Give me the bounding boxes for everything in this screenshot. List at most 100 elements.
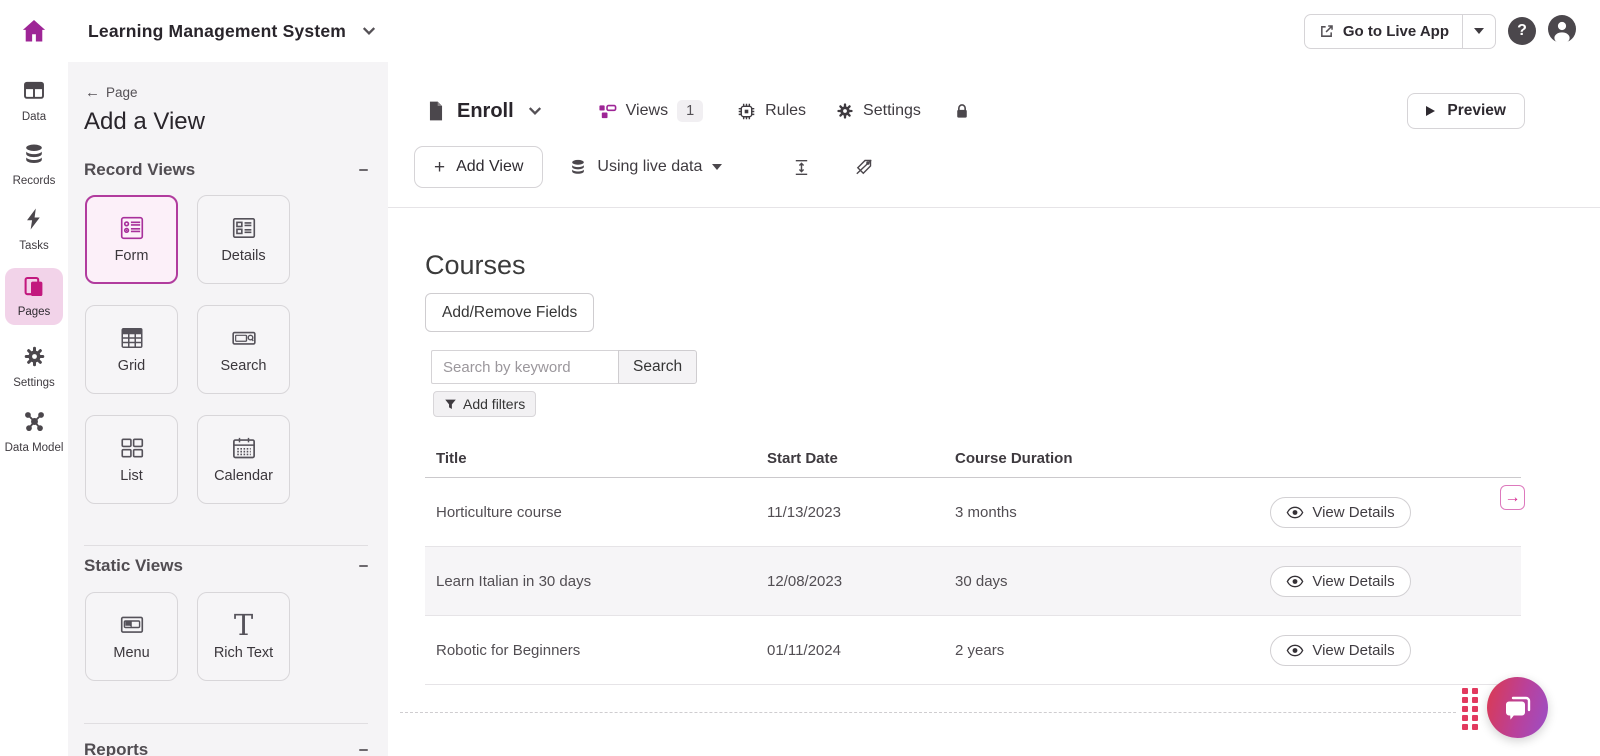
lightning-bolt-icon (22, 207, 46, 236)
search-button[interactable]: Search (618, 350, 697, 384)
eye-icon (1286, 575, 1304, 588)
toolbar-divider (388, 207, 1600, 208)
view-type-menu[interactable]: Menu (85, 592, 178, 681)
page-chevron-down-icon[interactable] (528, 106, 542, 116)
funnel-icon (444, 398, 457, 411)
record-views-section-title: Record Views (84, 160, 195, 180)
add-view-panel: ← Page Add a View Record Views Form Deta… (68, 62, 388, 756)
page-file-icon (425, 100, 447, 122)
table-row: Robotic for Beginners 01/11/2024 2 years… (425, 616, 1521, 685)
view-toolbar: + Add View Using live data (414, 146, 874, 188)
keyword-search: Search (431, 350, 697, 384)
go-to-live-app-button: Go to Live App (1304, 14, 1496, 49)
section-drop-divider (400, 712, 1456, 713)
caret-down-icon (712, 164, 722, 170)
avatar[interactable] (1548, 15, 1576, 48)
sidebar-item-data-model[interactable]: Data Model (0, 410, 68, 455)
tab-settings[interactable]: Settings (836, 102, 921, 120)
views-blocks-icon (598, 102, 617, 121)
row-height-icon[interactable] (792, 158, 811, 177)
view-details-button[interactable]: View Details (1270, 497, 1410, 528)
play-icon (1426, 106, 1435, 116)
add-view-button[interactable]: + Add View (414, 146, 543, 188)
pages-icon (22, 275, 46, 304)
plus-icon: + (434, 158, 445, 177)
go-to-live-app-main[interactable]: Go to Live App (1305, 15, 1462, 48)
help-icon[interactable]: ? (1508, 17, 1536, 45)
search-view-icon (226, 325, 262, 351)
collapse-static-views-icon[interactable] (359, 565, 368, 567)
chat-widget-button[interactable] (1487, 677, 1548, 738)
hide-labels-tag-slash-icon[interactable] (854, 157, 874, 177)
reports-section-title: Reports (84, 740, 148, 756)
column-header-start-date[interactable]: Start Date (767, 450, 955, 467)
view-type-search[interactable]: Search (197, 305, 290, 394)
open-row-arrow-icon[interactable]: → (1500, 485, 1525, 510)
back-to-page-link[interactable]: ← Page (85, 84, 138, 101)
view-details-button[interactable]: View Details (1270, 635, 1410, 666)
courses-table: Title Start Date Course Duration Horticu… (425, 440, 1521, 685)
table-row: Horticulture course 11/13/2023 3 months … (425, 478, 1521, 547)
view-type-details[interactable]: Details (197, 195, 290, 284)
page-name: Enroll (457, 100, 514, 123)
table-row: Learn Italian in 30 days 12/08/2023 30 d… (425, 547, 1521, 616)
tab-views[interactable]: Views 1 (598, 100, 703, 122)
view-type-list[interactable]: List (85, 415, 178, 504)
menu-view-icon (115, 612, 149, 638)
table-header-row: Title Start Date Course Duration (425, 440, 1521, 478)
data-source-dropdown[interactable]: Using live data (569, 158, 722, 176)
main-content: Enroll Views 1 Rules Settings (388, 62, 1600, 756)
search-input[interactable] (431, 350, 618, 384)
go-to-live-app-dropdown[interactable] (1462, 15, 1495, 48)
views-count-badge: 1 (677, 100, 703, 122)
app-switcher-chevron-down-icon[interactable] (362, 26, 376, 36)
view-title: Courses (425, 250, 526, 281)
rich-text-icon: T (234, 612, 253, 638)
external-link-icon (1318, 23, 1335, 40)
panel-title: Add a View (84, 108, 205, 136)
calendar-view-icon (229, 435, 259, 461)
view-type-calendar[interactable]: Calendar (197, 415, 290, 504)
view-type-rich-text[interactable]: T Rich Text (197, 592, 290, 681)
top-bar: Learning Management System Go to Live Ap… (0, 0, 1600, 62)
gear-icon (23, 345, 46, 373)
add-remove-fields-button[interactable]: Add/Remove Fields (425, 293, 594, 332)
preview-button[interactable]: Preview (1407, 93, 1525, 129)
database-icon (569, 158, 587, 176)
column-header-title[interactable]: Title (425, 450, 767, 467)
page-header: Enroll Views 1 Rules Settings (425, 85, 971, 137)
chat-bubbles-icon (1502, 692, 1534, 724)
grid-view-icon (116, 325, 148, 351)
eye-icon (1286, 644, 1304, 657)
tab-rules[interactable]: Rules (737, 102, 806, 121)
sidebar-item-data[interactable]: Data (0, 78, 68, 124)
data-model-network-icon (23, 410, 46, 438)
lock-icon[interactable] (953, 102, 971, 120)
form-view-icon (115, 215, 149, 241)
details-view-icon (227, 215, 261, 241)
home-icon[interactable] (20, 17, 48, 45)
sidebar-item-pages[interactable]: Pages (5, 268, 63, 325)
eye-icon (1286, 506, 1304, 519)
back-arrow-icon: ← (85, 84, 100, 101)
sidebar-item-tasks[interactable]: Tasks (0, 207, 68, 253)
data-table-icon (22, 78, 46, 107)
app-title: Learning Management System (88, 21, 346, 42)
view-type-form[interactable]: Form (85, 195, 178, 284)
view-type-grid[interactable]: Grid (85, 305, 178, 394)
column-header-course-duration[interactable]: Course Duration (955, 450, 1160, 467)
view-details-button[interactable]: View Details (1270, 566, 1410, 597)
drag-handle-icon[interactable] (1462, 688, 1478, 730)
sidebar-item-settings[interactable]: Settings (0, 345, 68, 390)
list-view-icon (115, 435, 149, 461)
add-filters-button[interactable]: Add filters (433, 391, 536, 417)
collapse-reports-icon[interactable] (359, 749, 368, 751)
nav-rail: Data Records Tasks Pages Settings Data M… (0, 62, 68, 756)
go-to-live-app-label: Go to Live App (1343, 23, 1449, 40)
sidebar-item-records[interactable]: Records (0, 142, 68, 188)
collapse-record-views-icon[interactable] (359, 169, 368, 171)
rules-chip-icon (737, 102, 756, 121)
settings-gear-icon (836, 102, 854, 120)
static-views-section-title: Static Views (84, 556, 183, 576)
database-icon (22, 142, 46, 171)
